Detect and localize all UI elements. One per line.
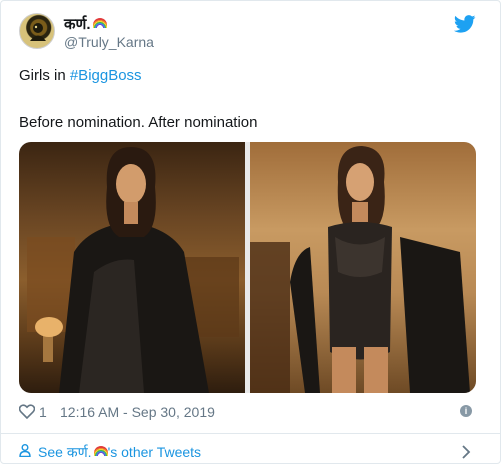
tweet-timestamp[interactable]: 12:16 AM - Sep 30, 2019 xyxy=(60,404,215,420)
author-name-text: कर्ण. xyxy=(64,16,91,33)
author-display-name[interactable]: कर्ण. xyxy=(64,14,107,34)
divider xyxy=(1,433,501,434)
avatar-icon xyxy=(30,23,46,41)
info-icon[interactable]: i xyxy=(460,405,472,417)
avatar[interactable] xyxy=(19,13,55,49)
hashtag-link[interactable]: #BiggBoss xyxy=(70,67,142,84)
author-handle[interactable]: @Truly_Karna xyxy=(64,34,154,50)
see-author-name: कर्ण. xyxy=(66,444,92,460)
photo-after-nomination[interactable] xyxy=(250,142,476,393)
see-suffix: 's other Tweets xyxy=(107,444,202,460)
tweet-text-prefix: Girls in xyxy=(19,67,70,84)
photo-before-illustration xyxy=(27,147,239,393)
see-prefix: See xyxy=(38,444,67,460)
person-icon xyxy=(19,444,31,457)
heart-icon[interactable] xyxy=(19,404,35,419)
rainbow-icon xyxy=(93,446,108,456)
chevron-right-icon[interactable] xyxy=(461,445,471,459)
tweet-card: कर्ण. @Truly_Karna Girls in #BiggBoss Be… xyxy=(0,0,501,464)
tweet-caption: Before nomination. After nomination xyxy=(19,114,258,131)
twitter-bird-icon[interactable] xyxy=(454,15,476,33)
rainbow-icon xyxy=(92,18,107,28)
photo-after-illustration xyxy=(250,146,470,393)
like-count[interactable]: 1 xyxy=(39,404,47,420)
tweet-text: Girls in #BiggBoss xyxy=(19,67,142,84)
photo-before-nomination[interactable] xyxy=(19,142,245,393)
see-other-tweets-text: See कर्ण. 's other Tweets xyxy=(38,443,201,462)
tweet-media[interactable] xyxy=(19,142,476,393)
